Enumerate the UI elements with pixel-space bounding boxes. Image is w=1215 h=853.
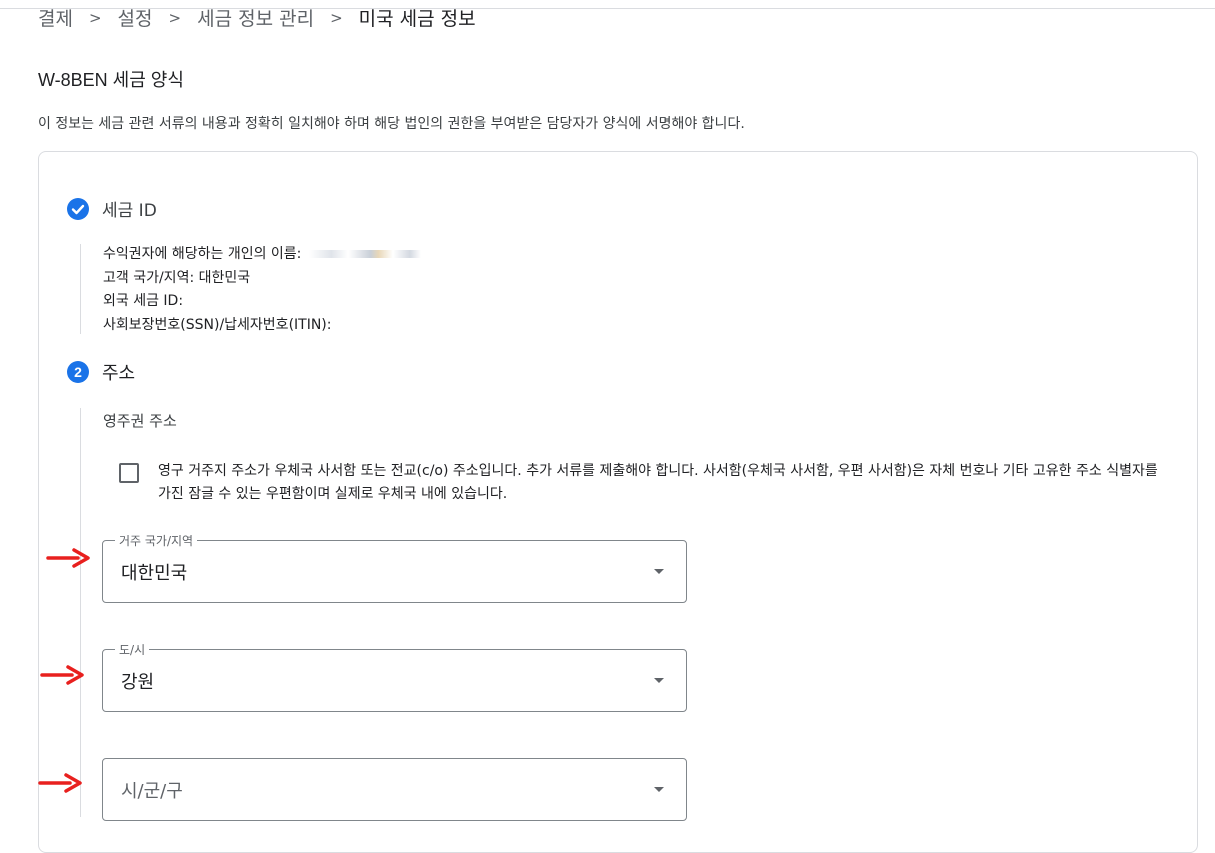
chevron-right-icon: > <box>88 8 102 27</box>
beneficiary-name-line: 수익권자에 해당하는 개인의 이름: <box>103 243 422 267</box>
breadcrumb: 결제 > 설정 > 세금 정보 관리 > 미국 세금 정보 <box>38 4 476 31</box>
breadcrumb-billing[interactable]: 결제 <box>38 4 73 31</box>
province-select[interactable]: 도/시 강원 <box>102 641 687 712</box>
red-arrow-icon <box>40 665 84 685</box>
section-address-title: 주소 <box>102 363 136 384</box>
check-circle-icon <box>67 198 89 220</box>
customer-country-line: 고객 국가/지역: 대한민국 <box>103 269 251 286</box>
section-connector-line <box>80 408 81 817</box>
foreign-tax-id-line: 외국 세금 ID: <box>103 293 184 309</box>
section-connector-line <box>80 244 81 334</box>
dropdown-arrow-icon <box>654 569 664 574</box>
country-select[interactable]: 거주 국가/지역 대한민국 <box>102 532 687 603</box>
city-select[interactable]: 시/군/구 <box>102 758 687 821</box>
dropdown-arrow-icon <box>654 787 664 792</box>
section-tax-id-title[interactable]: 세금 ID <box>102 196 157 221</box>
chevron-right-icon: > <box>330 8 343 27</box>
step-number-badge: 2 <box>67 361 89 383</box>
dropdown-arrow-icon <box>654 678 664 683</box>
country-select-label: 거주 국가/지역 <box>115 532 198 549</box>
province-select-value: 강원 <box>121 672 155 693</box>
breadcrumb-settings[interactable]: 설정 <box>118 4 153 31</box>
po-box-checkbox[interactable] <box>119 463 139 483</box>
country-select-value: 대한민국 <box>121 563 188 584</box>
tax-id-summary: 수익권자에 해당하는 개인의 이름: 고객 국가/지역: 대한민국 외국 세금 … <box>103 243 422 337</box>
ssn-itin-line: 사회보장번호(SSN)/납세자번호(ITIN): <box>103 316 332 333</box>
beneficiary-name-label: 수익권자에 해당하는 개인의 이름: <box>103 246 302 262</box>
breadcrumb-tax-info[interactable]: 세금 정보 관리 <box>197 4 314 31</box>
city-select-placeholder: 시/군/구 <box>121 781 183 802</box>
form-description: 이 정보는 세금 관련 서류의 내용과 정확히 일치해야 하며 해당 법인의 권… <box>38 116 745 132</box>
red-arrow-icon <box>38 773 82 793</box>
province-select-label: 도/시 <box>115 641 150 658</box>
po-box-checkbox-label[interactable]: 영구 거주지 주소가 우체국 사서함 또는 전교(c/o) 주소입니다. 추가 … <box>158 460 1168 506</box>
red-arrow-icon <box>46 548 90 568</box>
breadcrumb-us-tax-info: 미국 세금 정보 <box>358 8 476 30</box>
redacted-name <box>309 250 422 258</box>
chevron-right-icon: > <box>168 8 182 27</box>
permanent-address-label: 영주권 주소 <box>103 412 177 430</box>
form-title: W-8BEN 세금 양식 <box>38 70 184 90</box>
